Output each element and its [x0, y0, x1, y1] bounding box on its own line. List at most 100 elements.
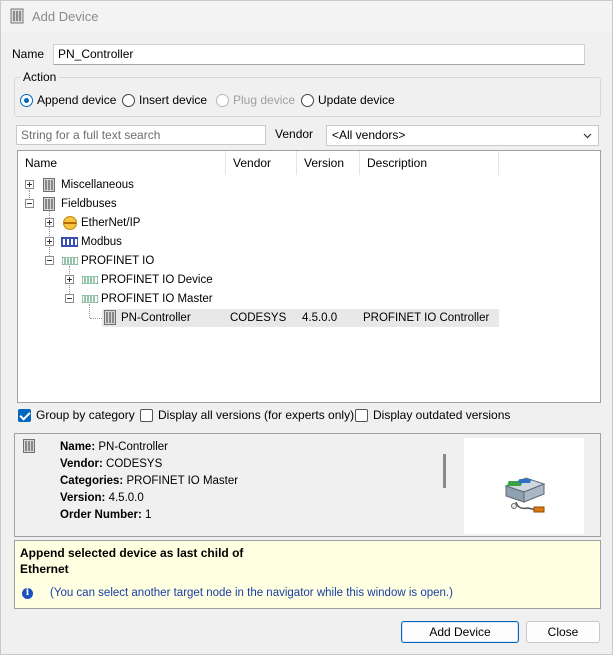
info-version: Version: 4.5.0.0: [60, 492, 144, 504]
plug-device-radio: Plug device: [216, 93, 295, 107]
profinet-icon: [82, 295, 98, 303]
tree-row[interactable]: Miscellaneous: [18, 176, 600, 194]
info-order-value: 1: [145, 509, 152, 521]
info-version-label: Version:: [60, 492, 106, 504]
expand-icon[interactable]: [25, 180, 34, 189]
info-order-label: Order Number:: [60, 509, 142, 521]
info-vendor-label: Vendor:: [60, 458, 103, 470]
update-device-label: Update device: [318, 93, 395, 107]
column-header-name[interactable]: Name: [18, 151, 226, 175]
device-icon: [43, 197, 55, 211]
radio-indicator: [216, 93, 229, 107]
tree-row-selected[interactable]: PN-Controller CODESYS 4.5.0.0 PROFINET I…: [102, 309, 499, 327]
title-bar: Add Device: [1, 1, 612, 33]
modbus-icon: [61, 237, 78, 247]
tree-row[interactable]: PROFINET IO: [18, 252, 600, 270]
search-input[interactable]: String for a full text search: [16, 125, 266, 145]
info-order-number: Order Number: 1: [60, 509, 151, 521]
name-label: Name: [12, 47, 45, 61]
collapse-icon[interactable]: [25, 199, 34, 208]
insert-device-radio[interactable]: Insert device: [122, 93, 207, 107]
window-title: Add Device: [32, 9, 99, 24]
group-by-category-checkbox[interactable]: Group by category: [18, 408, 135, 422]
info-categories-label: Categories:: [60, 475, 124, 487]
insert-device-label: Insert device: [139, 93, 208, 107]
checkbox-indicator: [140, 408, 153, 422]
tree-row[interactable]: Fieldbuses: [18, 195, 600, 213]
info-categories-value: PROFINET IO Master: [126, 475, 239, 487]
column-header-version[interactable]: Version: [297, 151, 360, 175]
expand-icon[interactable]: [65, 275, 74, 284]
name-field[interactable]: PN_Controller: [53, 44, 585, 65]
tree-row[interactable]: Modbus: [18, 233, 600, 251]
tree-row[interactable]: EtherNet/IP: [18, 214, 600, 232]
collapse-icon[interactable]: [65, 294, 74, 303]
info-version-value: 4.5.0.0: [108, 492, 144, 504]
info-vendor-value: CODESYS: [106, 458, 163, 470]
append-device-radio[interactable]: Append device: [20, 93, 116, 107]
message-line-2: Ethernet: [20, 562, 69, 576]
device-icon: [10, 8, 24, 24]
target-message-panel: Append selected device as last child of …: [14, 540, 601, 609]
info-name-value: PN-Controller: [98, 441, 169, 453]
checkbox-indicator: [355, 408, 368, 422]
tree-row-version: 4.5.0.0: [302, 312, 338, 324]
tree-line: [90, 318, 102, 319]
add-device-button[interactable]: Add Device: [401, 621, 519, 643]
close-button[interactable]: Close: [526, 621, 600, 643]
info-icon: i: [22, 588, 33, 599]
tree-row-name: Modbus: [81, 236, 122, 248]
message-note: (You can select another target node in t…: [50, 587, 453, 599]
vendor-selected: <All vendors>: [332, 128, 406, 142]
info-name-label: Name:: [60, 441, 96, 453]
info-scrollbar[interactable]: [443, 454, 446, 488]
device-icon: [23, 439, 35, 453]
append-device-label: Append device: [37, 93, 117, 107]
tree-row-name: EtherNet/IP: [81, 217, 141, 229]
info-vendor: Vendor: CODESYS: [60, 458, 162, 470]
device-icon: [104, 310, 116, 325]
device-icon: [43, 178, 55, 192]
checkbox-indicator: [18, 408, 31, 422]
vendor-label: Vendor: [275, 127, 314, 141]
display-all-versions-checkbox[interactable]: Display all versions (for experts only): [140, 408, 354, 422]
device-preview-image: [464, 438, 584, 534]
info-name: Name: PN-Controller: [60, 441, 168, 453]
group-by-category-label: Group by category: [36, 408, 135, 422]
ethernet-ip-icon: [63, 216, 77, 230]
vendor-dropdown[interactable]: <All vendors>: [326, 125, 599, 146]
expand-icon[interactable]: [45, 237, 54, 246]
info-categories: Categories: PROFINET IO Master: [60, 475, 238, 487]
chevron-down-icon: [583, 133, 592, 139]
tree-row-description: PROFINET IO Controller: [363, 312, 490, 324]
plug-device-label: Plug device: [233, 93, 296, 107]
column-header-description[interactable]: Description: [360, 151, 499, 175]
add-device-dialog: Add Device Name PN_Controller Action App…: [0, 0, 613, 655]
profinet-icon: [82, 276, 98, 284]
tree-row[interactable]: PROFINET IO Device: [18, 271, 600, 289]
device-tree[interactable]: Name Vendor Version Description Miscella…: [17, 150, 601, 403]
tree-row-name: PROFINET IO Master: [101, 293, 213, 305]
collapse-icon[interactable]: [45, 256, 54, 265]
action-group-title: Action: [20, 70, 60, 84]
display-all-versions-label: Display all versions (for experts only): [158, 408, 355, 422]
tree-row-vendor: CODESYS: [230, 312, 287, 324]
tree-row-name: PROFINET IO: [81, 255, 155, 267]
radio-indicator: [122, 93, 135, 107]
profinet-icon: [62, 257, 78, 265]
radio-indicator: [20, 93, 33, 107]
tree-row-name: Miscellaneous: [61, 179, 134, 191]
tree-row-name: PROFINET IO Device: [101, 274, 213, 286]
radio-indicator: [301, 93, 314, 107]
update-device-radio[interactable]: Update device: [301, 93, 395, 107]
display-outdated-checkbox[interactable]: Display outdated versions: [355, 408, 510, 422]
tree-row[interactable]: PROFINET IO Master: [18, 290, 600, 308]
display-outdated-label: Display outdated versions: [373, 408, 511, 422]
device-image-icon: [504, 477, 546, 513]
tree-row-name: Fieldbuses: [61, 198, 117, 210]
expand-icon[interactable]: [45, 218, 54, 227]
message-line-1: Append selected device as last child of: [20, 546, 244, 560]
device-info-panel: Name: PN-Controller Vendor: CODESYS Cate…: [14, 433, 601, 537]
tree-row-name: PN-Controller: [121, 312, 191, 324]
column-header-vendor[interactable]: Vendor: [226, 151, 297, 175]
